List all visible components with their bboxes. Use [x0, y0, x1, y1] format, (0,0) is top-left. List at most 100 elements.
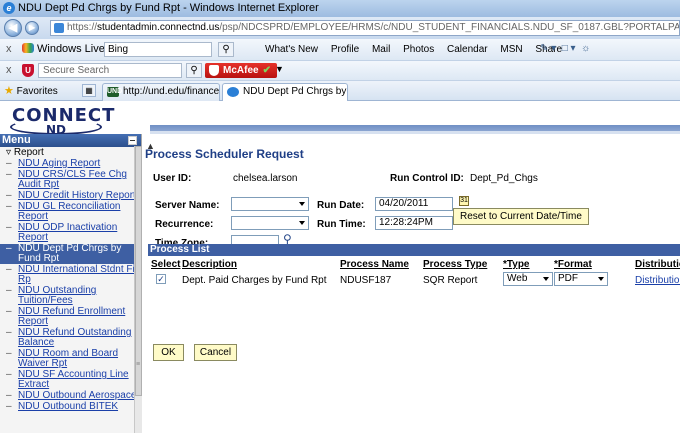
collapse-menu-icon[interactable] — [128, 136, 137, 145]
cancel-button[interactable]: Cancel — [194, 344, 237, 361]
close-toolbar-icon[interactable]: x — [6, 43, 12, 55]
chevron-down-icon — [299, 202, 305, 206]
mcafee-button[interactable]: McAfee ✔ — [205, 63, 277, 78]
recurrence-label: Recurrence: — [155, 219, 214, 230]
run-date-input[interactable]: 04/20/2011 — [375, 197, 453, 211]
menu-item[interactable]: – NDU Refund Enrollment Report — [4, 307, 141, 327]
select-checkbox[interactable]: ✓ — [156, 274, 166, 284]
run-time-input[interactable]: 12:28:24PM — [375, 216, 453, 230]
menu-item[interactable]: – NDU Outbound BITEK — [4, 402, 141, 412]
col-format[interactable]: *Format — [554, 259, 592, 270]
ie-page-icon — [227, 87, 239, 97]
calendar-icon[interactable]: 31 — [459, 196, 469, 206]
tab-und-finance[interactable]: UND http://und.edu/finance-o... — [102, 83, 220, 101]
dash-icon: – — [6, 390, 12, 401]
menu-item[interactable]: – NDU GL Reconciliation Report — [4, 202, 141, 222]
ok-button[interactable]: OK — [153, 344, 184, 361]
tab-label: http://und.edu/finance-o... — [123, 86, 220, 97]
scrollbar-thumb[interactable] — [135, 146, 142, 396]
dash-icon: – — [6, 306, 12, 317]
menu-item-label: NDU Refund Outstanding Balance — [18, 327, 132, 348]
mcafee-dropdown-icon[interactable]: ▼ — [275, 64, 284, 74]
dash-icon: – — [6, 222, 12, 233]
col-process-type[interactable]: Process Type — [423, 259, 487, 270]
menu-item[interactable]: – NDU Outbound Aerospace — [4, 391, 141, 401]
link-msn[interactable]: MSN — [500, 44, 522, 55]
menu-item[interactable]: – NDU Dept Pd Chrgs by Fund Rpt — [0, 244, 141, 264]
search-icon[interactable]: ⚲ — [218, 42, 234, 57]
close-toolbar2-icon[interactable]: x — [6, 64, 12, 76]
forward-button[interactable]: ▶ — [25, 21, 39, 35]
format-value: PDF — [558, 273, 578, 284]
menu-item-label: NDU International Stdnt Fin Rp — [18, 264, 141, 285]
left-menu: Menu ▿ Report – NDU Aging Report – NDU CRS/… — [0, 134, 142, 433]
menu-title: Menu — [2, 134, 31, 146]
ie-logo-icon: e — [3, 2, 15, 14]
menu-item[interactable]: – NDU Credit History Report — [4, 191, 141, 201]
und-site-icon: UND — [107, 87, 123, 97]
col-description[interactable]: Description — [182, 259, 237, 270]
process-scheduler-content: ▲ Process Scheduler Request User ID: che… — [143, 134, 680, 433]
windows-live-toolbar: x Windows Live Bing ⚲ What's New Profile… — [0, 39, 680, 61]
run-control-label: Run Control ID: — [390, 173, 464, 184]
check-icon: ✔ — [262, 65, 271, 76]
server-name-select[interactable] — [231, 197, 309, 211]
tab-ndu-dept-pd[interactable]: NDU Dept Pd Chrgs by ...✕ — [222, 83, 348, 101]
link-mail[interactable]: Mail — [372, 44, 390, 55]
secure-search-input[interactable]: Secure Search — [38, 63, 182, 78]
menu-scrollbar[interactable]: ≡ — [134, 146, 142, 433]
col-distribution[interactable]: Distribution — [635, 259, 680, 270]
link-whats-new[interactable]: What's New — [265, 44, 318, 55]
secure-search-icon[interactable]: ⚲ — [186, 63, 202, 78]
menu-item[interactable]: – NDU Aging Report — [4, 159, 141, 169]
toolbar-tools-icons[interactable]: ✎ ▾ □ ▾ ☼ — [540, 43, 590, 54]
col-process-name[interactable]: Process Name — [340, 259, 409, 270]
bing-search-input[interactable]: Bing — [104, 42, 212, 57]
link-calendar[interactable]: Calendar — [447, 44, 488, 55]
page-icon — [54, 23, 64, 33]
distribution-link[interactable]: Distribution — [635, 275, 680, 286]
quick-tabs-icon[interactable]: ▦ — [82, 84, 96, 97]
url-host: studentadmin.connectnd.us — [97, 22, 220, 33]
menu-item[interactable]: – NDU SF Accounting Line Extract — [4, 370, 141, 390]
tab-label: NDU Dept Pd Chrgs by ... — [243, 86, 348, 97]
menu-item-label: NDU ODP Inactivation Report — [18, 222, 118, 243]
dash-icon: – — [6, 158, 12, 169]
windows-live-button[interactable]: Windows Live — [22, 43, 105, 55]
menu-item[interactable]: – NDU ODP Inactivation Report — [4, 223, 141, 243]
menu-item-label: NDU Refund Enrollment Report — [18, 306, 126, 327]
back-button[interactable]: ◀ — [4, 19, 22, 37]
menu-item[interactable]: – NDU Refund Outstanding Balance — [4, 328, 141, 348]
process-list-header: Process List — [148, 244, 680, 256]
link-profile[interactable]: Profile — [331, 44, 359, 55]
menu-item[interactable]: – NDU CRS/CLS Fee Chg Audit Rpt — [4, 170, 141, 190]
address-bar-row: ◀ ▶ https://studentadmin.connectnd.us/ps… — [0, 17, 680, 39]
menu-item[interactable]: – NDU International Stdnt Fin Rp — [4, 265, 141, 285]
page-viewport: CONNECT ND Menu ▿ Report – NDU Aging Repo… — [0, 101, 680, 433]
dash-icon: – — [6, 169, 12, 180]
mcafee-toolbar: x U Secure Search ⚲ McAfee ✔ ▼ — [0, 61, 680, 81]
dash-icon: – — [6, 285, 12, 296]
menu-item[interactable]: – NDU Outstanding Tuition/Fees — [4, 286, 141, 306]
link-photos[interactable]: Photos — [403, 44, 434, 55]
menu-item-label: NDU Dept Pd Chrgs by Fund Rpt — [18, 243, 122, 264]
menu-folder-label: Report — [13, 147, 44, 158]
menu-item[interactable]: – NDU Room and Board Waiver Rpt — [4, 349, 141, 369]
run-date-label: Run Date: — [317, 200, 365, 211]
address-input[interactable]: https://studentadmin.connectnd.us/psp/ND… — [50, 20, 680, 36]
format-select[interactable]: PDF — [554, 272, 608, 286]
user-id-label: User ID: — [153, 173, 192, 184]
menu-item-label: NDU Credit History Report — [18, 190, 136, 201]
chevron-down-icon — [543, 277, 549, 281]
reset-datetime-button[interactable]: Reset to Current Date/Time — [453, 208, 589, 225]
recurrence-select[interactable] — [231, 216, 309, 230]
col-type[interactable]: *Type — [503, 259, 530, 270]
windows-live-icon — [22, 43, 34, 53]
favorites-tab-bar: ★ Favorites ▦ UND http://und.edu/finance… — [0, 81, 680, 101]
row-description: Dept. Paid Charges by Fund Rpt — [182, 275, 327, 286]
type-value: Web — [507, 273, 528, 284]
favorites-button[interactable]: ★ Favorites — [4, 84, 58, 97]
menu-header: Menu — [0, 134, 141, 147]
type-select[interactable]: Web — [503, 272, 553, 286]
dash-icon: – — [6, 264, 12, 275]
